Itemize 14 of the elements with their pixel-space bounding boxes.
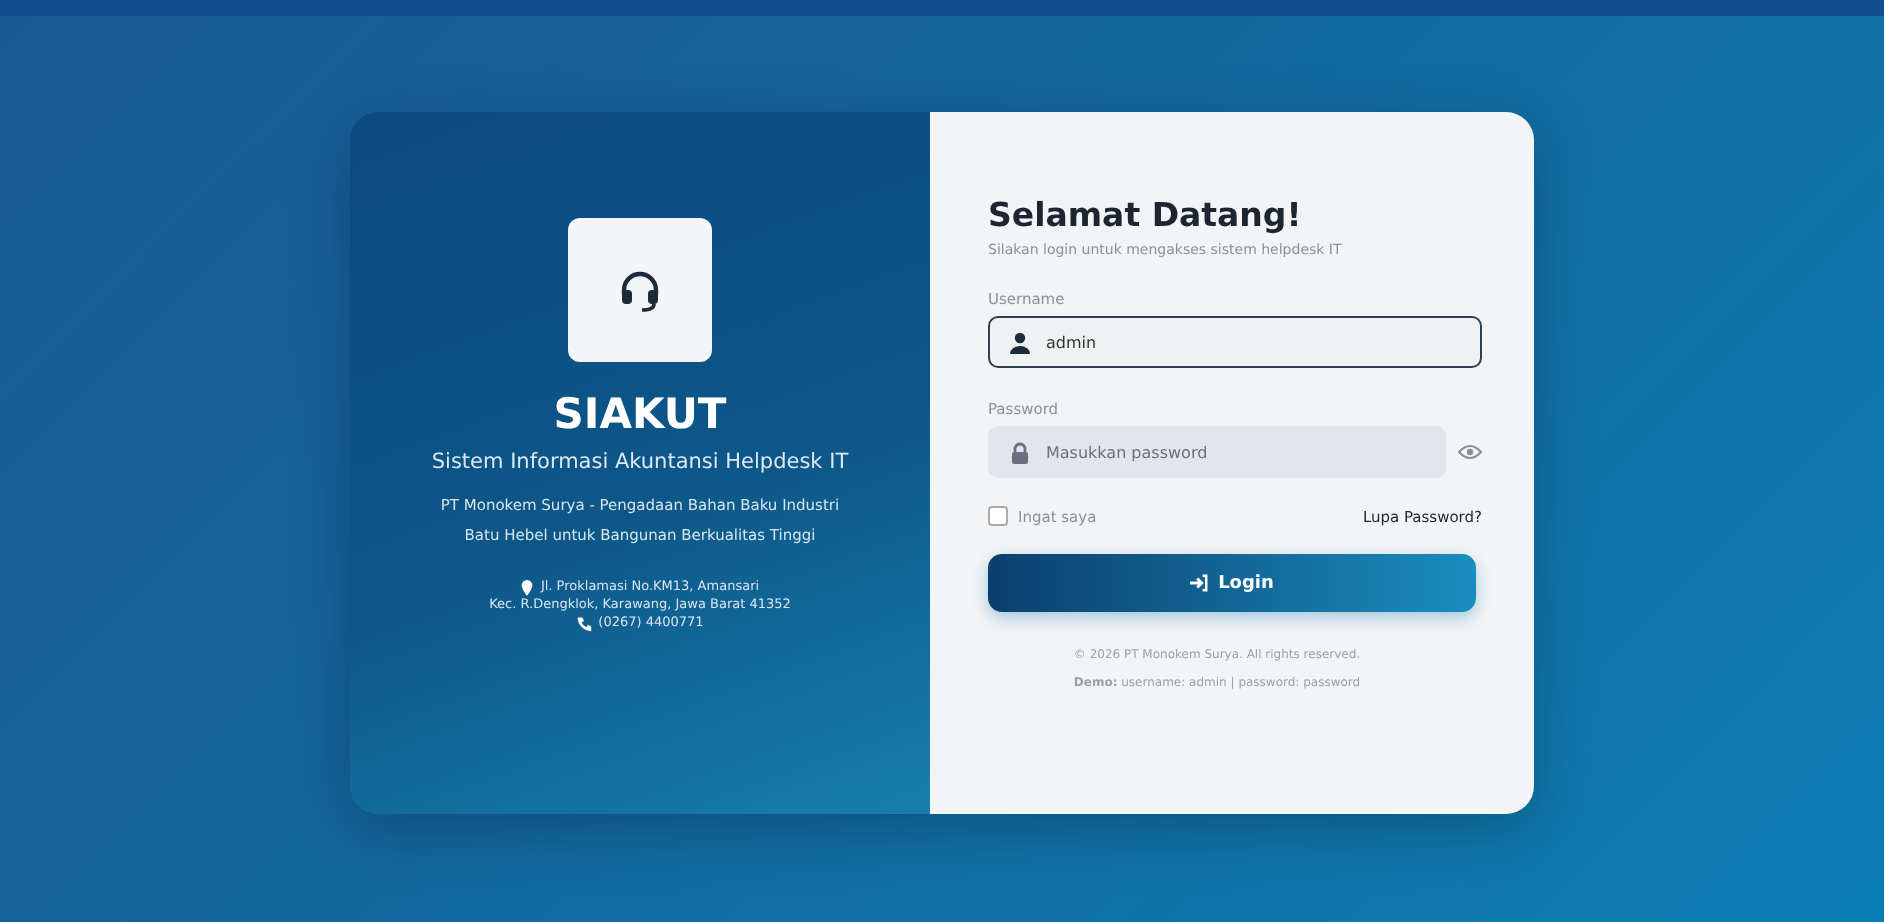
user-icon xyxy=(1010,331,1030,353)
login-button[interactable]: Login xyxy=(988,554,1476,612)
headset-icon xyxy=(616,266,664,314)
location-pin-icon xyxy=(520,579,535,595)
phone-icon xyxy=(576,615,593,631)
eye-icon[interactable] xyxy=(1458,444,1482,460)
lock-icon xyxy=(1010,441,1030,463)
remember-checkbox[interactable] xyxy=(988,506,1008,526)
username-field[interactable]: admin xyxy=(988,316,1482,368)
password-field[interactable]: Masukkan password xyxy=(988,426,1446,478)
app-title: SIAKUT xyxy=(553,390,727,438)
app-subtitle: Sistem Informasi Akuntansi Helpdesk IT xyxy=(431,450,849,474)
welcome-title: Selamat Datang! xyxy=(988,196,1304,234)
login-icon xyxy=(1190,574,1209,592)
